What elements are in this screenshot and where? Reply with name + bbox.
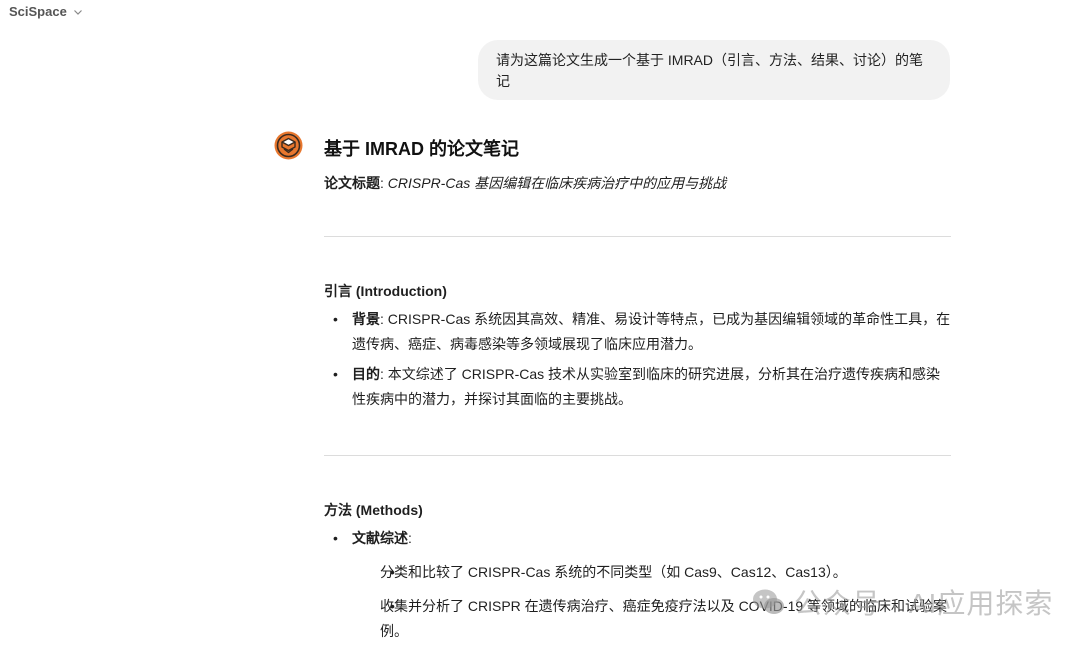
introduction-heading: 引言 (Introduction) <box>324 283 447 299</box>
assistant-response: 基于 IMRAD 的论文笔记 论文标题: CRISPR-Cas 基因编辑在临床疾… <box>324 132 952 639</box>
methods-heading: 方法 (Methods) <box>324 502 423 518</box>
divider <box>324 236 951 237</box>
paper-title: 论文标题: CRISPR-Cas 基因编辑在临床疾病治疗中的应用与挑战 <box>324 175 727 191</box>
chevron-down-icon <box>73 9 82 15</box>
list-item: 分类和比较了 CRISPR-Cas 系统的不同类型（如 Cas9、Cas12、C… <box>352 560 952 585</box>
list-item: 文献综述: 分类和比较了 CRISPR-Cas 系统的不同类型（如 Cas9、C… <box>324 526 952 644</box>
methods-section: 方法 (Methods) 文献综述: 分类和比较了 CRISPR-Cas 系统的… <box>324 499 952 644</box>
introduction-section: 引言 (Introduction) 背景: CRISPR-Cas 系统因其高效、… <box>324 280 952 412</box>
paper-title-value: CRISPR-Cas 基因编辑在临床疾病治疗中的应用与挑战 <box>387 175 727 191</box>
app-name: SciSpace <box>9 4 67 19</box>
list-item: 收集并分析了 CRISPR 在遗传病治疗、癌症免疫疗法以及 COVID-19 等… <box>352 594 952 644</box>
response-heading: 基于 IMRAD 的论文笔记 <box>324 139 519 159</box>
list-item: 背景: CRISPR-Cas 系统因其高效、精准、易设计等特点，已成为基因编辑领… <box>324 307 952 357</box>
user-message: 请为这篇论文生成一个基于 IMRAD（引言、方法、结果、讨论）的笔记 <box>478 40 950 100</box>
app-switcher[interactable]: SciSpace <box>9 4 83 19</box>
scispace-logo-icon <box>274 131 303 160</box>
paper-title-label: 论文标题 <box>324 175 380 191</box>
list-item: 目的: 本文综述了 CRISPR-Cas 技术从实验室到临床的研究进展，分析其在… <box>324 362 952 412</box>
divider <box>324 455 951 456</box>
